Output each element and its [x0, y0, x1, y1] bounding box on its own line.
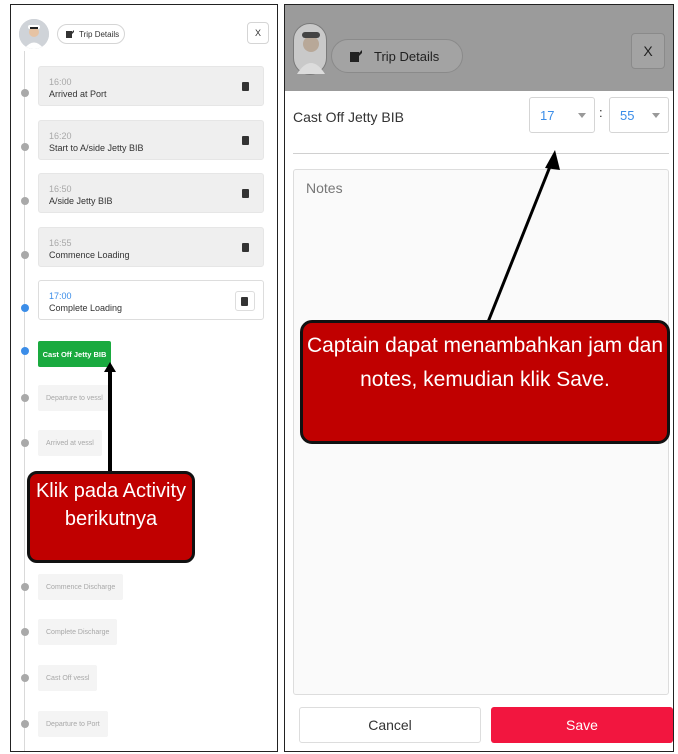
document-icon[interactable]: [242, 243, 249, 252]
document-icon[interactable]: [242, 136, 249, 145]
timeline-dot: [21, 439, 29, 447]
callout-right: Captain dapat menambahkan jam dan notes,…: [300, 320, 670, 444]
timeline-dot: [21, 143, 29, 151]
document-icon[interactable]: [242, 189, 249, 198]
divider: [293, 153, 669, 154]
activity-name: Complete Loading: [49, 303, 123, 313]
trip-details-button[interactable]: Trip Details: [57, 24, 125, 44]
pending-activity[interactable]: Complete Discharge: [38, 619, 118, 645]
arrow-shaft: [108, 370, 112, 478]
document-icon: [241, 297, 248, 306]
document-button[interactable]: [235, 291, 255, 311]
timeline-dot: [21, 628, 29, 636]
timeline-dot-current: [21, 304, 29, 312]
captain-avatar: [19, 19, 49, 49]
activity-time: 17:00: [49, 291, 72, 301]
captain-avatar: [293, 23, 327, 75]
timeline-dot: [21, 720, 29, 728]
activity-card-current[interactable]: 17:00 Complete Loading: [38, 280, 264, 320]
activity-title: Cast Off Jetty BIB: [293, 109, 405, 125]
activity-name: Start to A/side Jetty BIB: [49, 143, 144, 153]
cancel-button[interactable]: Cancel: [299, 707, 481, 743]
activity-time: 16:00: [49, 77, 72, 87]
pending-activity[interactable]: Departure to Port: [38, 711, 108, 737]
close-button[interactable]: X: [631, 33, 665, 69]
time-separator: :: [599, 105, 603, 120]
chevron-down-icon: [652, 113, 660, 118]
activity-list-panel: Trip Details X 16:00 Arrived at Port 16:…: [10, 4, 278, 752]
activity-name: A/side Jetty BIB: [49, 196, 113, 206]
left-header: Trip Details X: [11, 5, 277, 57]
timeline-dot: [21, 197, 29, 205]
timeline-dot-next: [21, 347, 29, 355]
captain-avatar-icon: [19, 19, 49, 49]
activity-card-done[interactable]: 16:20 Start to A/side Jetty BIB: [38, 120, 264, 160]
activity-time: 16:50: [49, 184, 72, 194]
edit-note-icon: [350, 50, 362, 62]
activity-name: Commence Loading: [49, 250, 130, 260]
minute-select[interactable]: 55: [609, 97, 669, 133]
activity-card-done[interactable]: 16:50 A/side Jetty BIB: [38, 173, 264, 213]
close-button[interactable]: X: [247, 22, 269, 44]
document-icon[interactable]: [242, 82, 249, 91]
hour-value: 17: [540, 107, 555, 123]
timeline-dot: [21, 394, 29, 402]
timeline-dot: [21, 583, 29, 591]
pending-activity[interactable]: Commence Discharge: [38, 574, 124, 600]
save-button[interactable]: Save: [491, 707, 673, 743]
trip-details-label: Trip Details: [374, 48, 440, 64]
trip-details-label: Trip Details: [79, 29, 120, 39]
captain-avatar-icon: [297, 32, 325, 74]
pending-activity[interactable]: Departure to vessl: [38, 385, 111, 411]
callout-left: Klik pada Activity berikutnya: [27, 471, 195, 563]
pending-activity[interactable]: Arrived at vessl: [38, 430, 102, 456]
activity-card-done[interactable]: 16:55 Commence Loading: [38, 227, 264, 267]
activity-name: Arrived at Port: [49, 89, 107, 99]
pending-activity[interactable]: Cast Off vessl: [38, 665, 98, 691]
activity-card-done[interactable]: 16:00 Arrived at Port: [38, 66, 264, 106]
right-header-dimmed: Trip Details X: [285, 5, 673, 91]
activity-time: 16:20: [49, 131, 72, 141]
timeline-dot: [21, 674, 29, 682]
timeline-dot: [21, 89, 29, 97]
timeline-dot: [21, 251, 29, 259]
trip-details-button[interactable]: Trip Details: [331, 39, 463, 73]
next-activity-button[interactable]: Cast Off Jetty BIB: [38, 341, 111, 367]
chevron-down-icon: [578, 113, 586, 118]
minute-value: 55: [620, 107, 635, 123]
hour-select[interactable]: 17: [529, 97, 595, 133]
activity-time: 16:55: [49, 238, 72, 248]
edit-note-icon: [66, 30, 74, 38]
